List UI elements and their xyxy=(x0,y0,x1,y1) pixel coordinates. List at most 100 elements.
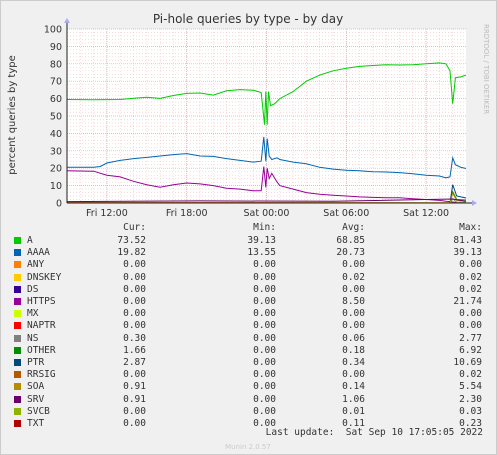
avg-value: 1.06 xyxy=(342,393,365,405)
legend-row-other: OTHER 1.66 0.00 0.18 6.92 xyxy=(0,345,497,358)
series-name: MX xyxy=(27,308,39,320)
x-tick-label: Sat 12:00 xyxy=(403,208,449,219)
legend-swatch xyxy=(14,237,21,244)
cur-value: 0.91 xyxy=(123,393,146,405)
series-name: AAAA xyxy=(27,247,50,259)
cur-value: 0.00 xyxy=(123,296,146,307)
y-tick-label: 50 xyxy=(50,112,62,123)
legend-row-ds: DS 0.00 0.00 0.00 0.02 xyxy=(0,284,497,297)
max-value: 0.02 xyxy=(459,283,482,295)
legend-swatch xyxy=(14,407,21,415)
max-value: 0.02 xyxy=(459,369,482,381)
legend-swatch xyxy=(14,322,21,330)
series-name: SRV xyxy=(27,393,45,405)
cur-value: 0.91 xyxy=(123,381,146,393)
legend-row-rrsig: RRSIG 0.00 0.00 0.00 0.02 xyxy=(0,369,497,382)
legend-row-soa: SOA 0.91 0.00 0.14 5.54 xyxy=(0,381,497,394)
legend-swatch xyxy=(14,298,21,305)
y-tick-label: 30 xyxy=(50,146,62,157)
legend-row-dnskey: DNSKEY 0.00 0.00 0.02 0.02 xyxy=(0,272,497,285)
legend-row-ptr: PTR 2.87 0.00 0.34 10.69 xyxy=(0,357,497,370)
min-value: 0.00 xyxy=(253,271,276,283)
series-name: SOA xyxy=(27,381,45,393)
avg-value: 0.01 xyxy=(342,405,365,417)
legend-swatch xyxy=(14,420,21,427)
col-cur-header: Cur: xyxy=(123,222,146,233)
max-value: 39.13 xyxy=(453,247,482,259)
max-value: 0.00 xyxy=(459,259,482,271)
min-value: 0.00 xyxy=(253,283,276,295)
x-tick-label: Sat 00:00 xyxy=(244,208,290,219)
avg-value: 0.00 xyxy=(342,369,365,381)
y-axis-label: percent queries by type xyxy=(7,55,18,175)
series-name: NAPTR xyxy=(27,320,56,332)
avg-value: 0.00 xyxy=(342,259,365,271)
last-update: Last update: Sat Sep 10 17:05:05 2022 xyxy=(265,427,483,438)
y-tick-label: 90 xyxy=(50,42,62,53)
min-value: 0.00 xyxy=(253,381,276,393)
min-value: 0.00 xyxy=(253,357,276,368)
legend-row-svcb: SVCB 0.00 0.00 0.01 0.03 xyxy=(0,406,497,419)
max-value: 81.43 xyxy=(453,235,482,246)
min-value: 0.00 xyxy=(253,344,276,356)
series-name: A xyxy=(27,235,33,246)
legend-swatch xyxy=(14,261,21,269)
avg-value: 0.00 xyxy=(342,308,365,320)
y-tick-label: 0 xyxy=(56,199,62,210)
avg-value: 0.06 xyxy=(342,332,365,344)
cur-value: 0.00 xyxy=(123,283,146,295)
min-value: 0.00 xyxy=(253,320,276,332)
legend-row-mx: MX 0.00 0.00 0.00 0.00 xyxy=(0,308,497,321)
cur-value: 0.00 xyxy=(123,369,146,381)
legend-swatch xyxy=(14,334,21,342)
max-value: 0.02 xyxy=(459,271,482,283)
x-tick-label: Fri 18:00 xyxy=(166,208,208,219)
max-value: 0.03 xyxy=(459,405,482,417)
min-value: 13.55 xyxy=(247,247,276,259)
y-tick-label: 10 xyxy=(50,181,62,192)
min-value: 0.00 xyxy=(253,369,276,381)
col-min-header: Min: xyxy=(253,222,276,233)
avg-value: 0.18 xyxy=(342,344,365,356)
legend-swatch xyxy=(14,310,21,318)
min-value: 0.00 xyxy=(253,296,276,307)
cur-value: 73.52 xyxy=(117,235,146,246)
avg-value: 0.14 xyxy=(342,381,365,393)
series-name: SVCB xyxy=(27,405,50,417)
y-tick-label: 100 xyxy=(44,25,62,36)
legend-header: Cur: Min: Avg: Max: xyxy=(0,222,497,235)
cur-value: 0.00 xyxy=(123,320,146,332)
series-name: RRSIG xyxy=(27,369,56,381)
min-value: 39.13 xyxy=(247,235,276,246)
cur-value: 0.30 xyxy=(123,332,146,344)
y-tick-label: 40 xyxy=(50,129,62,140)
avg-value: 8.50 xyxy=(342,296,365,307)
cur-value: 19.82 xyxy=(117,247,146,259)
avg-value: 0.34 xyxy=(342,357,365,368)
max-value: 0.00 xyxy=(459,320,482,332)
footer-credit: Munin 2.0.57 xyxy=(225,443,271,451)
rrdtool-credit: RRDTOOL / TOBI OETIKER xyxy=(482,24,490,114)
last-update-row: Last update: Sat Sep 10 17:05:05 2022 xyxy=(0,427,497,440)
cur-value: 2.87 xyxy=(123,357,146,368)
legend-row-naptr: NAPTR 0.00 0.00 0.00 0.00 xyxy=(0,320,497,333)
avg-value: 68.85 xyxy=(336,235,365,246)
col-avg-header: Avg: xyxy=(342,222,365,233)
series-name: DS xyxy=(27,283,39,295)
min-value: 0.00 xyxy=(253,259,276,271)
legend-swatch xyxy=(14,359,21,366)
min-value: 0.00 xyxy=(253,332,276,344)
max-value: 10.69 xyxy=(453,357,482,368)
legend-row-srv: SRV 0.91 0.00 1.06 2.30 xyxy=(0,394,497,407)
legend-row-https: HTTPS 0.00 0.00 8.50 21.74 xyxy=(0,296,497,309)
avg-value: 0.02 xyxy=(342,271,365,283)
max-value: 21.74 xyxy=(453,296,482,307)
max-value: 2.30 xyxy=(459,393,482,405)
legend-swatch xyxy=(14,371,21,379)
legend-row-ns: NS 0.30 0.00 0.06 2.77 xyxy=(0,333,497,346)
max-value: 2.77 xyxy=(459,332,482,344)
avg-value: 0.00 xyxy=(342,283,365,295)
min-value: 0.00 xyxy=(253,393,276,405)
min-value: 0.00 xyxy=(253,308,276,320)
cur-value: 0.00 xyxy=(123,308,146,320)
